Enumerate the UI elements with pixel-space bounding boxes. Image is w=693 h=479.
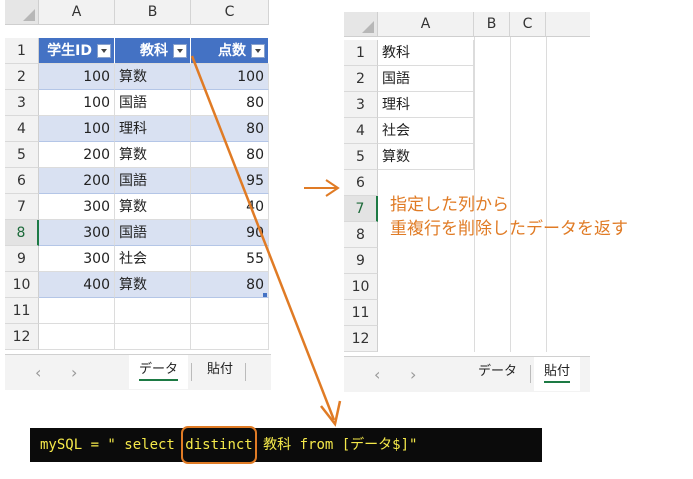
sheet-tab-bar: ‹ › データ 貼付 — [5, 354, 271, 390]
row-header[interactable]: 6 — [5, 168, 39, 194]
column-header-next[interactable] — [546, 12, 590, 37]
empty-cell[interactable] — [115, 324, 191, 350]
sheet-tab-data[interactable]: データ — [129, 355, 189, 389]
table-cell[interactable]: 40 — [191, 194, 269, 220]
result-cell[interactable]: 国語 — [378, 66, 474, 92]
column-header-a[interactable]: A — [378, 12, 474, 37]
column-header-b[interactable]: B — [115, 0, 191, 25]
scroll-tabs-left-icon[interactable]: ‹ — [35, 363, 41, 382]
result-cell[interactable]: 社会 — [378, 118, 474, 144]
table-cell[interactable]: 55 — [191, 246, 269, 272]
row-header[interactable]: 10 — [344, 274, 378, 300]
table-cell[interactable]: 100 — [39, 116, 115, 142]
table-cell[interactable]: 社会 — [115, 246, 191, 272]
row-header[interactable]: 6 — [344, 170, 378, 196]
sheet-tab-paste[interactable]: 貼付 — [197, 355, 243, 389]
row-header-selected[interactable]: 7 — [344, 196, 378, 222]
row-header[interactable]: 9 — [344, 248, 378, 274]
row-header[interactable]: 10 — [5, 272, 39, 298]
distinct-keyword: distinct — [181, 426, 257, 464]
filter-dropdown-icon[interactable] — [251, 44, 265, 58]
tab-separator — [191, 363, 192, 381]
row-header[interactable]: 3 — [344, 92, 378, 118]
table-cell[interactable]: 国語 — [115, 220, 191, 246]
grid-line — [510, 37, 511, 352]
result-cell[interactable]: 理科 — [378, 92, 474, 118]
table-cell[interactable]: 100 — [39, 90, 115, 116]
table-cell[interactable]: 80 — [191, 90, 269, 116]
table-cell[interactable]: 算数 — [115, 272, 191, 298]
scroll-tabs-right-icon[interactable]: › — [410, 365, 416, 384]
table-cell[interactable]: 国語 — [115, 90, 191, 116]
table-cell[interactable]: 国語 — [115, 168, 191, 194]
left-spreadsheet: A B C 1 2 3 4 5 6 7 8 9 10 11 12 学生ID 教科… — [5, 0, 271, 392]
row-header[interactable]: 11 — [344, 300, 378, 326]
filter-dropdown-icon[interactable] — [97, 44, 111, 58]
table-cell[interactable]: 理科 — [115, 116, 191, 142]
table-resize-handle[interactable] — [263, 293, 267, 297]
scroll-tabs-right-icon[interactable]: › — [71, 363, 77, 382]
table-cell[interactable]: 算数 — [115, 194, 191, 220]
sheet-tab-bar: ‹ › データ 貼付 — [344, 356, 590, 392]
sheet-tab-paste[interactable]: 貼付 — [534, 357, 581, 391]
code-prefix: mySQL = " select — [40, 437, 184, 453]
table-cell[interactable]: 80 — [191, 142, 269, 168]
row-header-selected[interactable]: 8 — [5, 220, 39, 246]
table-cell[interactable]: 300 — [39, 220, 115, 246]
row-header[interactable]: 2 — [5, 64, 39, 90]
table-cell[interactable]: 80 — [191, 116, 269, 142]
row-header[interactable]: 8 — [344, 222, 378, 248]
table-cell[interactable]: 200 — [39, 168, 115, 194]
tab-separator — [245, 363, 246, 381]
table-cell[interactable]: 200 — [39, 142, 115, 168]
empty-cell[interactable] — [115, 298, 191, 324]
row-header[interactable]: 5 — [5, 142, 39, 168]
select-all-corner[interactable] — [344, 12, 378, 37]
table-cell[interactable]: 400 — [39, 272, 115, 298]
table-cell[interactable]: 300 — [39, 246, 115, 272]
result-cell[interactable]: 教科 — [378, 40, 474, 66]
empty-cell[interactable] — [39, 298, 115, 324]
row-header[interactable]: 12 — [5, 324, 39, 350]
empty-cell[interactable] — [39, 324, 115, 350]
sheet-tab-data[interactable]: データ — [468, 357, 527, 391]
row-header[interactable]: 4 — [344, 118, 378, 144]
row-header[interactable]: 9 — [5, 246, 39, 272]
arrow-right-icon — [304, 179, 340, 197]
table-cell[interactable]: 算数 — [115, 142, 191, 168]
row-header[interactable]: 1 — [344, 40, 378, 66]
scroll-tabs-left-icon[interactable]: ‹ — [374, 365, 380, 384]
table-cell[interactable]: 100 — [39, 64, 115, 90]
column-header-a[interactable]: A — [39, 0, 115, 25]
column-header-c[interactable]: C — [191, 0, 269, 25]
row-header[interactable]: 11 — [5, 298, 39, 324]
sql-code-line: mySQL = " select distinct 教科 from [データ$]… — [30, 426, 542, 464]
empty-cell[interactable] — [191, 324, 269, 350]
annotation-line-1: 指定した列から — [390, 195, 509, 215]
table-cell[interactable]: 95 — [191, 168, 269, 194]
code-suffix: 教科 from [データ$]" — [254, 437, 418, 453]
annotation-line-2: 重複行を削除したデータを返す — [390, 219, 628, 239]
result-cell[interactable]: 算数 — [378, 144, 474, 170]
column-header-b[interactable]: B — [474, 12, 510, 37]
table-cell[interactable]: 90 — [191, 220, 269, 246]
grid-line — [546, 37, 547, 352]
column-header-c[interactable]: C — [510, 12, 546, 37]
row-header[interactable]: 3 — [5, 90, 39, 116]
empty-cell[interactable] — [191, 298, 269, 324]
table-cell[interactable]: 算数 — [115, 64, 191, 90]
row-header[interactable]: 2 — [344, 66, 378, 92]
table-cell[interactable]: 80 — [191, 272, 269, 298]
row-header[interactable]: 5 — [344, 144, 378, 170]
row-header[interactable]: 12 — [344, 326, 378, 352]
row-header[interactable]: 1 — [5, 38, 39, 64]
table-cell[interactable]: 100 — [191, 64, 269, 90]
row-header[interactable]: 7 — [5, 194, 39, 220]
select-all-corner[interactable] — [5, 0, 39, 25]
row-header[interactable]: 4 — [5, 116, 39, 142]
table-cell[interactable]: 300 — [39, 194, 115, 220]
tab-separator — [530, 365, 531, 383]
filter-dropdown-icon[interactable] — [173, 44, 187, 58]
